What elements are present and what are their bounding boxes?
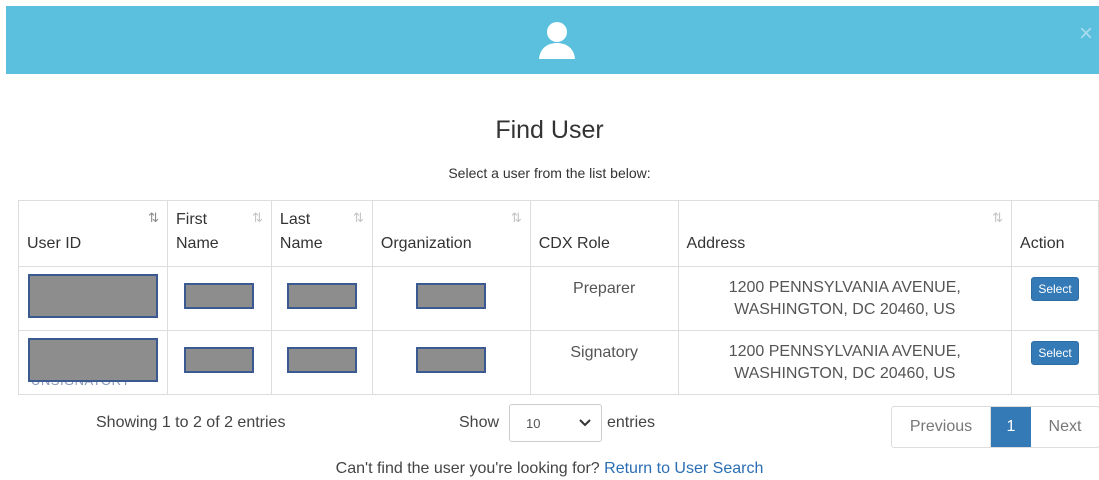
redacted-block [27, 338, 158, 382]
pagination: Previous 1 Next [891, 406, 1099, 448]
redacted-block [416, 283, 487, 309]
cell-first-name [166, 266, 272, 331]
previous-page-button[interactable]: Previous [892, 407, 991, 447]
cell-last-name [270, 330, 373, 395]
table-row: Preparer 1200 PENNSYLVANIA AVENUE, WASHI… [18, 266, 1099, 331]
column-header-label: Organization [380, 235, 472, 252]
address-line: WASHINGTON, DC 20460, US [734, 364, 956, 382]
next-page-button[interactable]: Next [1031, 407, 1099, 447]
user-icon [539, 22, 575, 59]
page-subtitle: Select a user from the list below: [448, 165, 651, 181]
column-header-label: Action [1020, 235, 1065, 252]
cell-user-id[interactable]: UNSIGNATORY [18, 330, 168, 395]
column-header-address[interactable]: Address ⇅ [677, 200, 1013, 267]
redacted-block [286, 283, 357, 309]
address-line: 1200 PENNSYLVANIA AVENUE, [728, 342, 961, 360]
chevron-down-icon [579, 419, 591, 427]
cell-cdx-role: Preparer [529, 266, 679, 331]
column-header-label: Address [686, 235, 746, 252]
show-label: Show [459, 414, 500, 431]
users-table: User ID ⇅ First Name ⇅ Last Name ⇅ Organ… [18, 200, 1099, 395]
cell-user-id[interactable] [18, 266, 168, 331]
footer-prompt: Can't find the user you're looking for? [335, 460, 600, 477]
cell-organization [371, 266, 531, 331]
select-value: 10 [526, 416, 541, 431]
sort-ascending-icon[interactable]: ⇅ [148, 211, 159, 225]
return-to-user-search-link[interactable]: Return to User Search [604, 460, 763, 477]
cell-action: Select [1011, 266, 1099, 331]
cell-first-name [166, 330, 272, 395]
page-1-button[interactable]: 1 [991, 407, 1031, 447]
address-line: WASHINGTON, DC 20460, US [734, 300, 956, 318]
cell-organization [371, 330, 531, 395]
cell-action: Select [1011, 330, 1099, 395]
table-info: Showing 1 to 2 of 2 entries [96, 414, 286, 431]
redacted-block [184, 347, 255, 373]
column-header-last-name[interactable]: Last Name ⇅ [270, 200, 373, 267]
select-button[interactable]: Select [1031, 340, 1079, 365]
sort-icon[interactable]: ⇅ [511, 211, 522, 225]
column-header-first-name[interactable]: First Name ⇅ [166, 200, 272, 267]
column-header-label: Last Name [279, 211, 323, 252]
table-header-row: User ID ⇅ First Name ⇅ Last Name ⇅ Organ… [18, 200, 1099, 267]
column-header-label: First Name [175, 211, 219, 252]
cell-cdx-role: Signatory [529, 330, 679, 395]
entries-per-page-select[interactable]: 10 [509, 404, 602, 442]
sort-icon[interactable]: ⇅ [992, 211, 1003, 225]
column-header-action: Action [1011, 200, 1099, 267]
column-header-label: User ID [27, 235, 82, 252]
cell-address: 1200 PENNSYLVANIA AVENUE, WASHINGTON, DC… [677, 266, 1013, 331]
modal-header: × [6, 6, 1099, 74]
page-title: Find User [495, 116, 604, 144]
redacted-block [416, 347, 487, 373]
redacted-block [286, 347, 357, 373]
column-header-user-id[interactable]: User ID ⇅ [18, 200, 168, 267]
column-header-cdx-role: CDX Role [529, 200, 679, 267]
column-header-label: CDX Role [538, 235, 610, 252]
cell-last-name [270, 266, 373, 331]
address-line: 1200 PENNSYLVANIA AVENUE, [728, 278, 961, 296]
close-icon[interactable]: × [1075, 20, 1097, 48]
select-button[interactable]: Select [1031, 276, 1079, 301]
redacted-block [184, 283, 255, 309]
footer-text: Can't find the user you're looking for? … [0, 460, 1099, 478]
cell-address: 1200 PENNSYLVANIA AVENUE, WASHINGTON, DC… [677, 330, 1013, 395]
sort-icon[interactable]: ⇅ [252, 211, 263, 225]
entries-label: entries [607, 414, 656, 431]
table-row: UNSIGNATORY Signatory 1200 PENNSYLVANIA … [18, 330, 1099, 395]
sort-icon[interactable]: ⇅ [353, 211, 364, 225]
column-header-organization[interactable]: Organization ⇅ [371, 200, 531, 267]
redacted-block [27, 274, 158, 318]
